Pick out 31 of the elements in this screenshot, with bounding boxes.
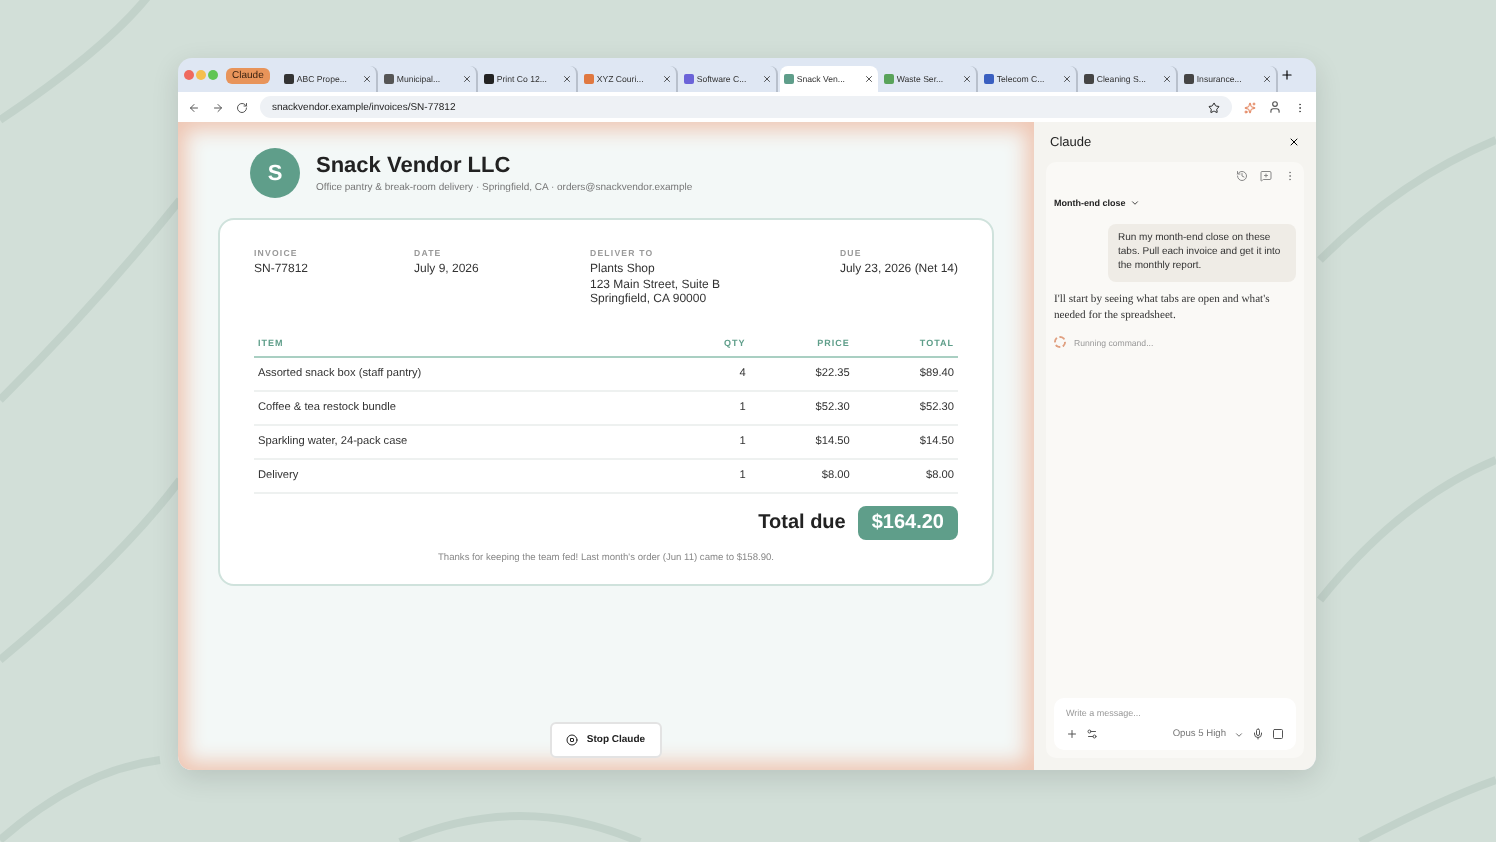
- new-chat-icon[interactable]: [1260, 170, 1272, 182]
- site-icon: [583, 73, 594, 83]
- site-icon: [883, 73, 894, 83]
- tools-icon[interactable]: [1086, 728, 1098, 740]
- chevron-down-icon[interactable]: [1234, 729, 1244, 739]
- site-icon: [983, 73, 994, 83]
- forward-icon[interactable]: [212, 101, 224, 113]
- site-icon: [783, 73, 794, 83]
- stop-icon[interactable]: [1272, 728, 1284, 740]
- chevron-down-icon[interactable]: [1129, 198, 1140, 208]
- profile-icon[interactable]: [1268, 100, 1282, 114]
- vendor-name: Snack Vendor LLC: [316, 153, 513, 177]
- history-icon[interactable]: [1236, 170, 1248, 182]
- add-icon[interactable]: [1066, 728, 1078, 740]
- site-icon: [1183, 73, 1194, 83]
- reload-icon[interactable]: [236, 101, 248, 113]
- star-icon[interactable]: [1208, 101, 1220, 113]
- site-icon: [483, 73, 494, 83]
- site-icon: [283, 73, 294, 83]
- total-amount: $164.20: [857, 505, 958, 539]
- microphone-icon[interactable]: [1252, 728, 1264, 740]
- site-icon: [383, 73, 394, 83]
- site-icon: [1083, 73, 1094, 83]
- spinner-icon: [1054, 336, 1066, 348]
- site-icon: [683, 73, 694, 83]
- new-tab-icon[interactable]: [1279, 68, 1294, 82]
- vendor-avatar: S: [250, 148, 300, 198]
- back-icon[interactable]: [188, 101, 200, 113]
- total-label: Total due: [758, 511, 846, 533]
- stop-icon: [566, 734, 579, 746]
- close-icon[interactable]: [1288, 136, 1300, 148]
